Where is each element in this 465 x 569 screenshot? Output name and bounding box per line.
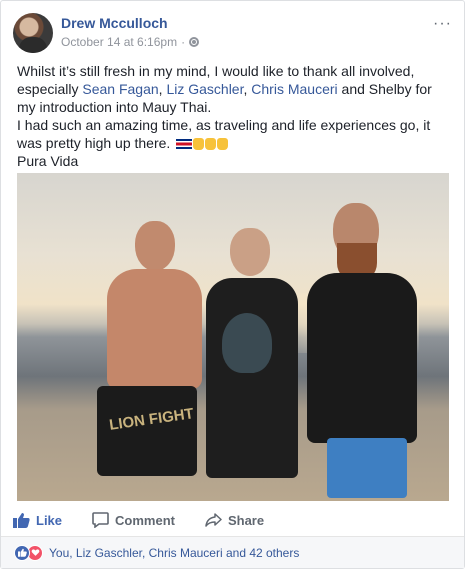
post-paragraph: I had such an amazing time, as traveling… bbox=[17, 116, 453, 152]
share-label: Share bbox=[227, 512, 265, 528]
costa-rica-flag-icon bbox=[176, 139, 193, 149]
post-paragraph: Whilst it’s still fresh in my mind, I wo… bbox=[17, 62, 453, 116]
fist-emoji-icon bbox=[193, 138, 205, 150]
person-torso bbox=[206, 278, 298, 478]
post-meta: October 14 at 6:16pm · bbox=[61, 35, 200, 49]
comment-icon bbox=[92, 512, 109, 528]
post-text: Whilst it’s still fresh in my mind, I wo… bbox=[17, 62, 453, 170]
author-avatar[interactable] bbox=[13, 13, 53, 53]
fist-emoji-icon bbox=[217, 138, 229, 150]
like-label: Like bbox=[36, 512, 63, 528]
thumbs-up-icon bbox=[13, 513, 30, 528]
post-card: Drew Mcculloch October 14 at 6:16pm · ··… bbox=[0, 0, 465, 569]
person-torso bbox=[107, 269, 202, 389]
post-timestamp[interactable]: October 14 at 6:16pm bbox=[61, 35, 177, 49]
mention-liz-gaschler[interactable]: Liz Gaschler bbox=[166, 81, 243, 97]
comment-button[interactable]: Comment bbox=[92, 512, 175, 528]
author-name[interactable]: Drew Mcculloch bbox=[61, 15, 168, 31]
post-paragraph: Pura Vida bbox=[17, 153, 79, 169]
fist-emoji-icon bbox=[205, 138, 217, 150]
person-right bbox=[287, 203, 427, 501]
post-actions: Like Comment Share bbox=[13, 506, 452, 534]
cat-print bbox=[222, 313, 272, 373]
post-photo[interactable]: LION FIGHT bbox=[17, 173, 449, 501]
person-left: LION FIGHT bbox=[87, 221, 202, 501]
person-head bbox=[230, 228, 270, 276]
like-button[interactable]: Like bbox=[13, 512, 62, 528]
comment-label: Comment bbox=[115, 512, 175, 528]
share-icon bbox=[205, 513, 222, 527]
reactions-summary[interactable]: You, Liz Gaschler, Chris Mauceri and 42 … bbox=[49, 546, 299, 560]
person-torso bbox=[307, 273, 417, 443]
meta-separator: · bbox=[181, 35, 186, 49]
like-reaction-icon bbox=[14, 544, 30, 561]
person-middle bbox=[192, 228, 302, 501]
more-options-button[interactable]: ··· bbox=[433, 15, 452, 33]
person-head bbox=[135, 221, 175, 271]
person-shorts bbox=[327, 438, 407, 498]
share-button[interactable]: Share bbox=[205, 512, 264, 528]
reaction-icons[interactable] bbox=[14, 544, 43, 561]
reactions-bar: You, Liz Gaschler, Chris Mauceri and 42 … bbox=[1, 537, 464, 568]
mention-sean-fagan[interactable]: Sean Fagan bbox=[82, 81, 158, 97]
mention-chris-mauceri[interactable]: Chris Mauceri bbox=[251, 81, 337, 97]
post-header: Drew Mcculloch October 14 at 6:16pm · ··… bbox=[13, 13, 452, 57]
globe-icon[interactable] bbox=[189, 37, 200, 47]
